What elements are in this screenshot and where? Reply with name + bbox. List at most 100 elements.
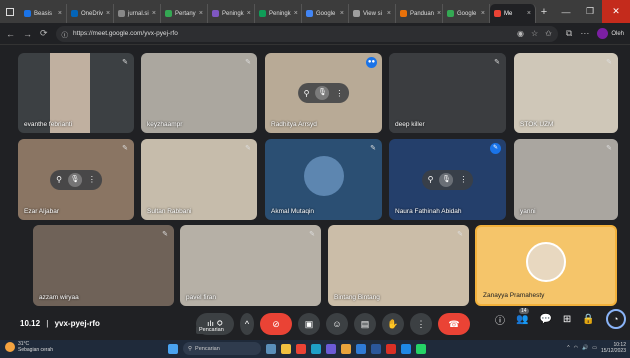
present-screen-button[interactable]: ▣ (298, 313, 320, 335)
close-tab-icon[interactable]: × (340, 10, 344, 17)
tile-hover-controls[interactable]: ⚲ 🎙 ⋮ (50, 169, 102, 190)
mic-muted-icon: ✎ (162, 231, 168, 238)
browser-tab[interactable]: Beasis × (20, 4, 67, 23)
emoji-reaction-button[interactable]: ☺ (326, 313, 348, 335)
browser-tab[interactable]: Peningk × (255, 4, 302, 23)
participant-tile[interactable]: ⚲ 🎙 ⋮ ✎ Naura Fathinah Abidah (389, 139, 506, 220)
raise-hand-button[interactable]: ✋ (382, 313, 404, 335)
edge-icon[interactable] (311, 343, 321, 354)
people-icon[interactable]: 👥 14 (516, 307, 529, 325)
browser-tab[interactable]: Google × (302, 4, 349, 23)
camera-off-button[interactable]: ⊘ (260, 313, 292, 335)
browser-tab[interactable]: Google × (443, 4, 490, 23)
reload-icon[interactable]: ⟳ (40, 28, 48, 39)
participant-tile[interactable]: ✎ pavel firan (180, 225, 321, 306)
tile-hover-controls[interactable]: ⚲ 🎙 ⋮ (297, 83, 350, 103)
participant-tile-active[interactable]: Zanayya Pramahesty (475, 225, 617, 306)
close-tab-icon[interactable]: × (527, 10, 531, 17)
participant-tile[interactable]: ✎ azzam wiryaa (33, 225, 174, 306)
mute-participant-icon[interactable]: 🎙 (439, 172, 454, 187)
new-tab-button[interactable]: + (536, 6, 552, 18)
pin-icon[interactable]: ⚲ (428, 175, 434, 184)
word-icon[interactable] (371, 343, 381, 354)
favorites-icon[interactable]: ✩ (545, 29, 552, 38)
taskbar-search[interactable]: ⚲ Pencarian (183, 342, 261, 355)
forward-icon[interactable]: → (23, 29, 32, 39)
battery-icon[interactable]: ▭ (592, 345, 597, 351)
close-tab-icon[interactable]: × (387, 10, 391, 17)
window-menu-icon[interactable] (0, 0, 20, 23)
participant-tile[interactable]: ✎ deep killer (389, 53, 506, 133)
whatsapp-icon[interactable] (416, 343, 426, 354)
maximize-icon[interactable]: ❐ (578, 6, 602, 17)
close-tab-icon[interactable]: × (106, 10, 110, 17)
close-tab-icon[interactable]: × (247, 10, 251, 17)
chrome-icon[interactable] (296, 343, 306, 354)
folder-icon[interactable] (341, 343, 351, 354)
more-options-icon[interactable]: ⋮ (335, 89, 343, 98)
tile-hover-controls[interactable]: ⚲ 🎙 ⋮ (421, 169, 474, 190)
camera-status-icon[interactable]: ◉ (517, 29, 524, 38)
store-icon[interactable] (356, 343, 366, 354)
url-field[interactable]: ⓘ https://meet.google.com/yvx-pyej-rfo ◉… (55, 25, 558, 42)
participant-tile[interactable]: ⚲ 🎙 ⋮ ✎ Ezar Aljabar (18, 139, 134, 220)
gmail-icon[interactable] (386, 343, 396, 354)
back-icon[interactable]: ← (6, 29, 15, 39)
browser-tab[interactable]: Me × (490, 4, 536, 23)
tab-label: Me (504, 10, 513, 17)
close-tab-icon[interactable]: × (199, 10, 203, 17)
close-tab-icon[interactable]: × (294, 10, 298, 17)
activities-icon[interactable]: ⊞ (563, 314, 571, 325)
browser-tab[interactable]: jurnal.si × (114, 4, 161, 23)
file-explorer-icon[interactable] (281, 343, 291, 354)
pin-icon[interactable]: ⚲ (304, 89, 310, 98)
site-info-icon[interactable]: ⓘ (62, 29, 69, 39)
meeting-details-icon[interactable]: ⓘ (495, 312, 505, 327)
profile-avatar (597, 28, 609, 39)
mute-participant-icon[interactable]: 🎙 (315, 86, 330, 100)
wifi-icon[interactable]: ◠ (574, 345, 578, 351)
volume-icon[interactable]: 🔊 (582, 345, 588, 351)
browser-tab[interactable]: Panduan × (396, 4, 443, 23)
companion-icon[interactable]: ◔ (605, 309, 626, 329)
participant-tile[interactable]: ✎ evanthe febrianti (18, 53, 134, 133)
close-tab-icon[interactable]: × (152, 10, 156, 17)
leave-call-button[interactable]: ☎ (438, 313, 470, 335)
close-tab-icon[interactable]: × (58, 10, 62, 17)
widgets-icon[interactable] (266, 343, 276, 354)
browser-tab[interactable]: View si × (349, 4, 396, 23)
participant-tile[interactable]: ✎ Sultan Rabbani (141, 139, 257, 220)
tray-chevron-icon[interactable]: ^ (567, 345, 569, 351)
more-options-icon[interactable]: ⋮ (88, 175, 96, 184)
participant-tile[interactable]: ✎ Akmal Mutaqin (265, 139, 382, 220)
captions-button[interactable]: ▤ (354, 313, 376, 335)
bookmark-star-icon[interactable]: ☆ (531, 29, 538, 38)
participant-tile[interactable]: ⚲ 🎙 ⋮ ●● Radhitya Arrsyd (265, 53, 382, 133)
browser-tab[interactable]: Peningk × (208, 4, 255, 23)
close-tab-icon[interactable]: × (481, 10, 485, 17)
photos-icon[interactable] (401, 343, 411, 354)
browser-tab[interactable]: Pertany × (161, 4, 208, 23)
chat-icon[interactable]: 💬 (539, 314, 551, 325)
profile-button[interactable]: Oleh (597, 28, 624, 39)
participant-tile[interactable]: ✎ STOK UZM (514, 53, 618, 133)
host-controls-icon[interactable]: 🔒 (582, 314, 594, 325)
audio-options-icon[interactable]: ^ (240, 313, 254, 335)
more-options-icon[interactable]: ⋮ (459, 175, 467, 184)
minimize-icon[interactable]: — (554, 7, 578, 17)
browser-tab[interactable]: OneDriv × (67, 4, 114, 23)
more-menu-icon[interactable]: ⋯ (580, 28, 589, 39)
close-window-icon[interactable]: ✕ (602, 0, 630, 23)
pin-icon[interactable]: ⚲ (56, 175, 62, 184)
participant-tile[interactable]: ✎ keyzhaampr (141, 53, 257, 133)
weather-widget[interactable]: 31°C Sebagian cerah (5, 341, 53, 353)
close-tab-icon[interactable]: × (437, 10, 441, 17)
participant-tile[interactable]: ✎ Bintang Bintang (328, 225, 469, 306)
app-icon[interactable] (326, 343, 336, 354)
participant-name: Ezar Aljabar (24, 208, 60, 215)
extensions-icon[interactable]: ⧉ (566, 28, 572, 39)
more-options-button[interactable]: ⋮ (410, 313, 432, 335)
mute-participant-icon[interactable]: 🎙 (67, 172, 82, 187)
participant-tile[interactable]: ✎ yanni (514, 139, 618, 220)
start-icon[interactable] (168, 343, 178, 354)
